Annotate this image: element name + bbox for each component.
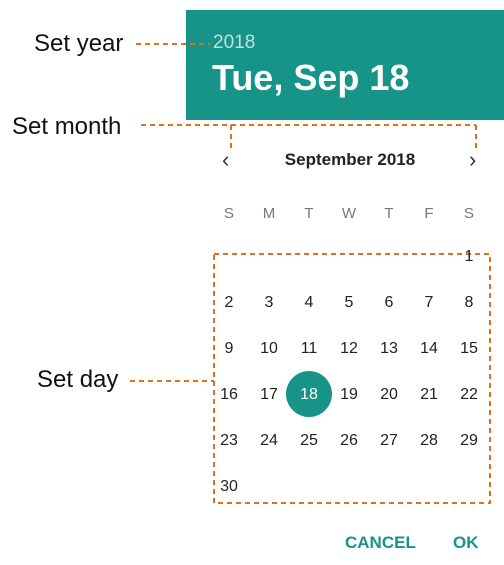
day-cell[interactable]: 24: [254, 432, 284, 450]
day-cell[interactable]: 11: [294, 340, 324, 358]
weekday-label: S: [463, 205, 474, 222]
day-cell[interactable]: 28: [414, 432, 444, 450]
day-cell[interactable]: 7: [414, 294, 444, 312]
day-cell[interactable]: 23: [214, 432, 244, 450]
day-cell[interactable]: 25: [294, 432, 324, 450]
day-cell[interactable]: 22: [454, 386, 484, 404]
day-cell[interactable]: 18: [294, 386, 324, 404]
weekday-label: T: [304, 205, 314, 222]
weekday-label: M: [262, 205, 276, 222]
day-cell[interactable]: 6: [374, 294, 404, 312]
day-cell[interactable]: 15: [454, 340, 484, 358]
day-cell[interactable]: 13: [374, 340, 404, 358]
chevron-right-icon[interactable]: ›: [469, 146, 476, 174]
weekday-label: F: [424, 205, 434, 222]
ok-button[interactable]: OK: [453, 533, 479, 553]
day-cell[interactable]: 1: [454, 248, 484, 266]
day-cell[interactable]: 19: [334, 386, 364, 404]
day-cell[interactable]: 4: [294, 294, 324, 312]
day-cell[interactable]: 10: [254, 340, 284, 358]
day-cell[interactable]: 16: [214, 386, 244, 404]
day-cell[interactable]: 29: [454, 432, 484, 450]
day-cell[interactable]: 14: [414, 340, 444, 358]
day-cell[interactable]: 12: [334, 340, 364, 358]
month-title: September 2018: [284, 150, 416, 169]
day-cell[interactable]: 5: [334, 294, 364, 312]
day-cell[interactable]: 26: [334, 432, 364, 450]
day-cell[interactable]: 2: [214, 294, 244, 312]
day-cell[interactable]: 8: [454, 294, 484, 312]
chevron-left-icon[interactable]: ‹: [222, 146, 229, 174]
day-cell[interactable]: 17: [254, 386, 284, 404]
day-cell[interactable]: 30: [214, 478, 244, 496]
day-cell[interactable]: 3: [254, 294, 284, 312]
weekday-label: S: [223, 205, 234, 222]
day-cell[interactable]: 20: [374, 386, 404, 404]
day-cell[interactable]: 21: [414, 386, 444, 404]
weekday-label: T: [384, 205, 394, 222]
calendar: ‹ September 2018 › SMTWTFS 1 2 3 4 5 6 7 8 9 10 11…: [0, 0, 504, 565]
cancel-button[interactable]: CANCEL: [345, 533, 416, 553]
day-cell[interactable]: 9: [214, 340, 244, 358]
day-cell[interactable]: 27: [374, 432, 404, 450]
weekday-label: W: [341, 205, 357, 222]
